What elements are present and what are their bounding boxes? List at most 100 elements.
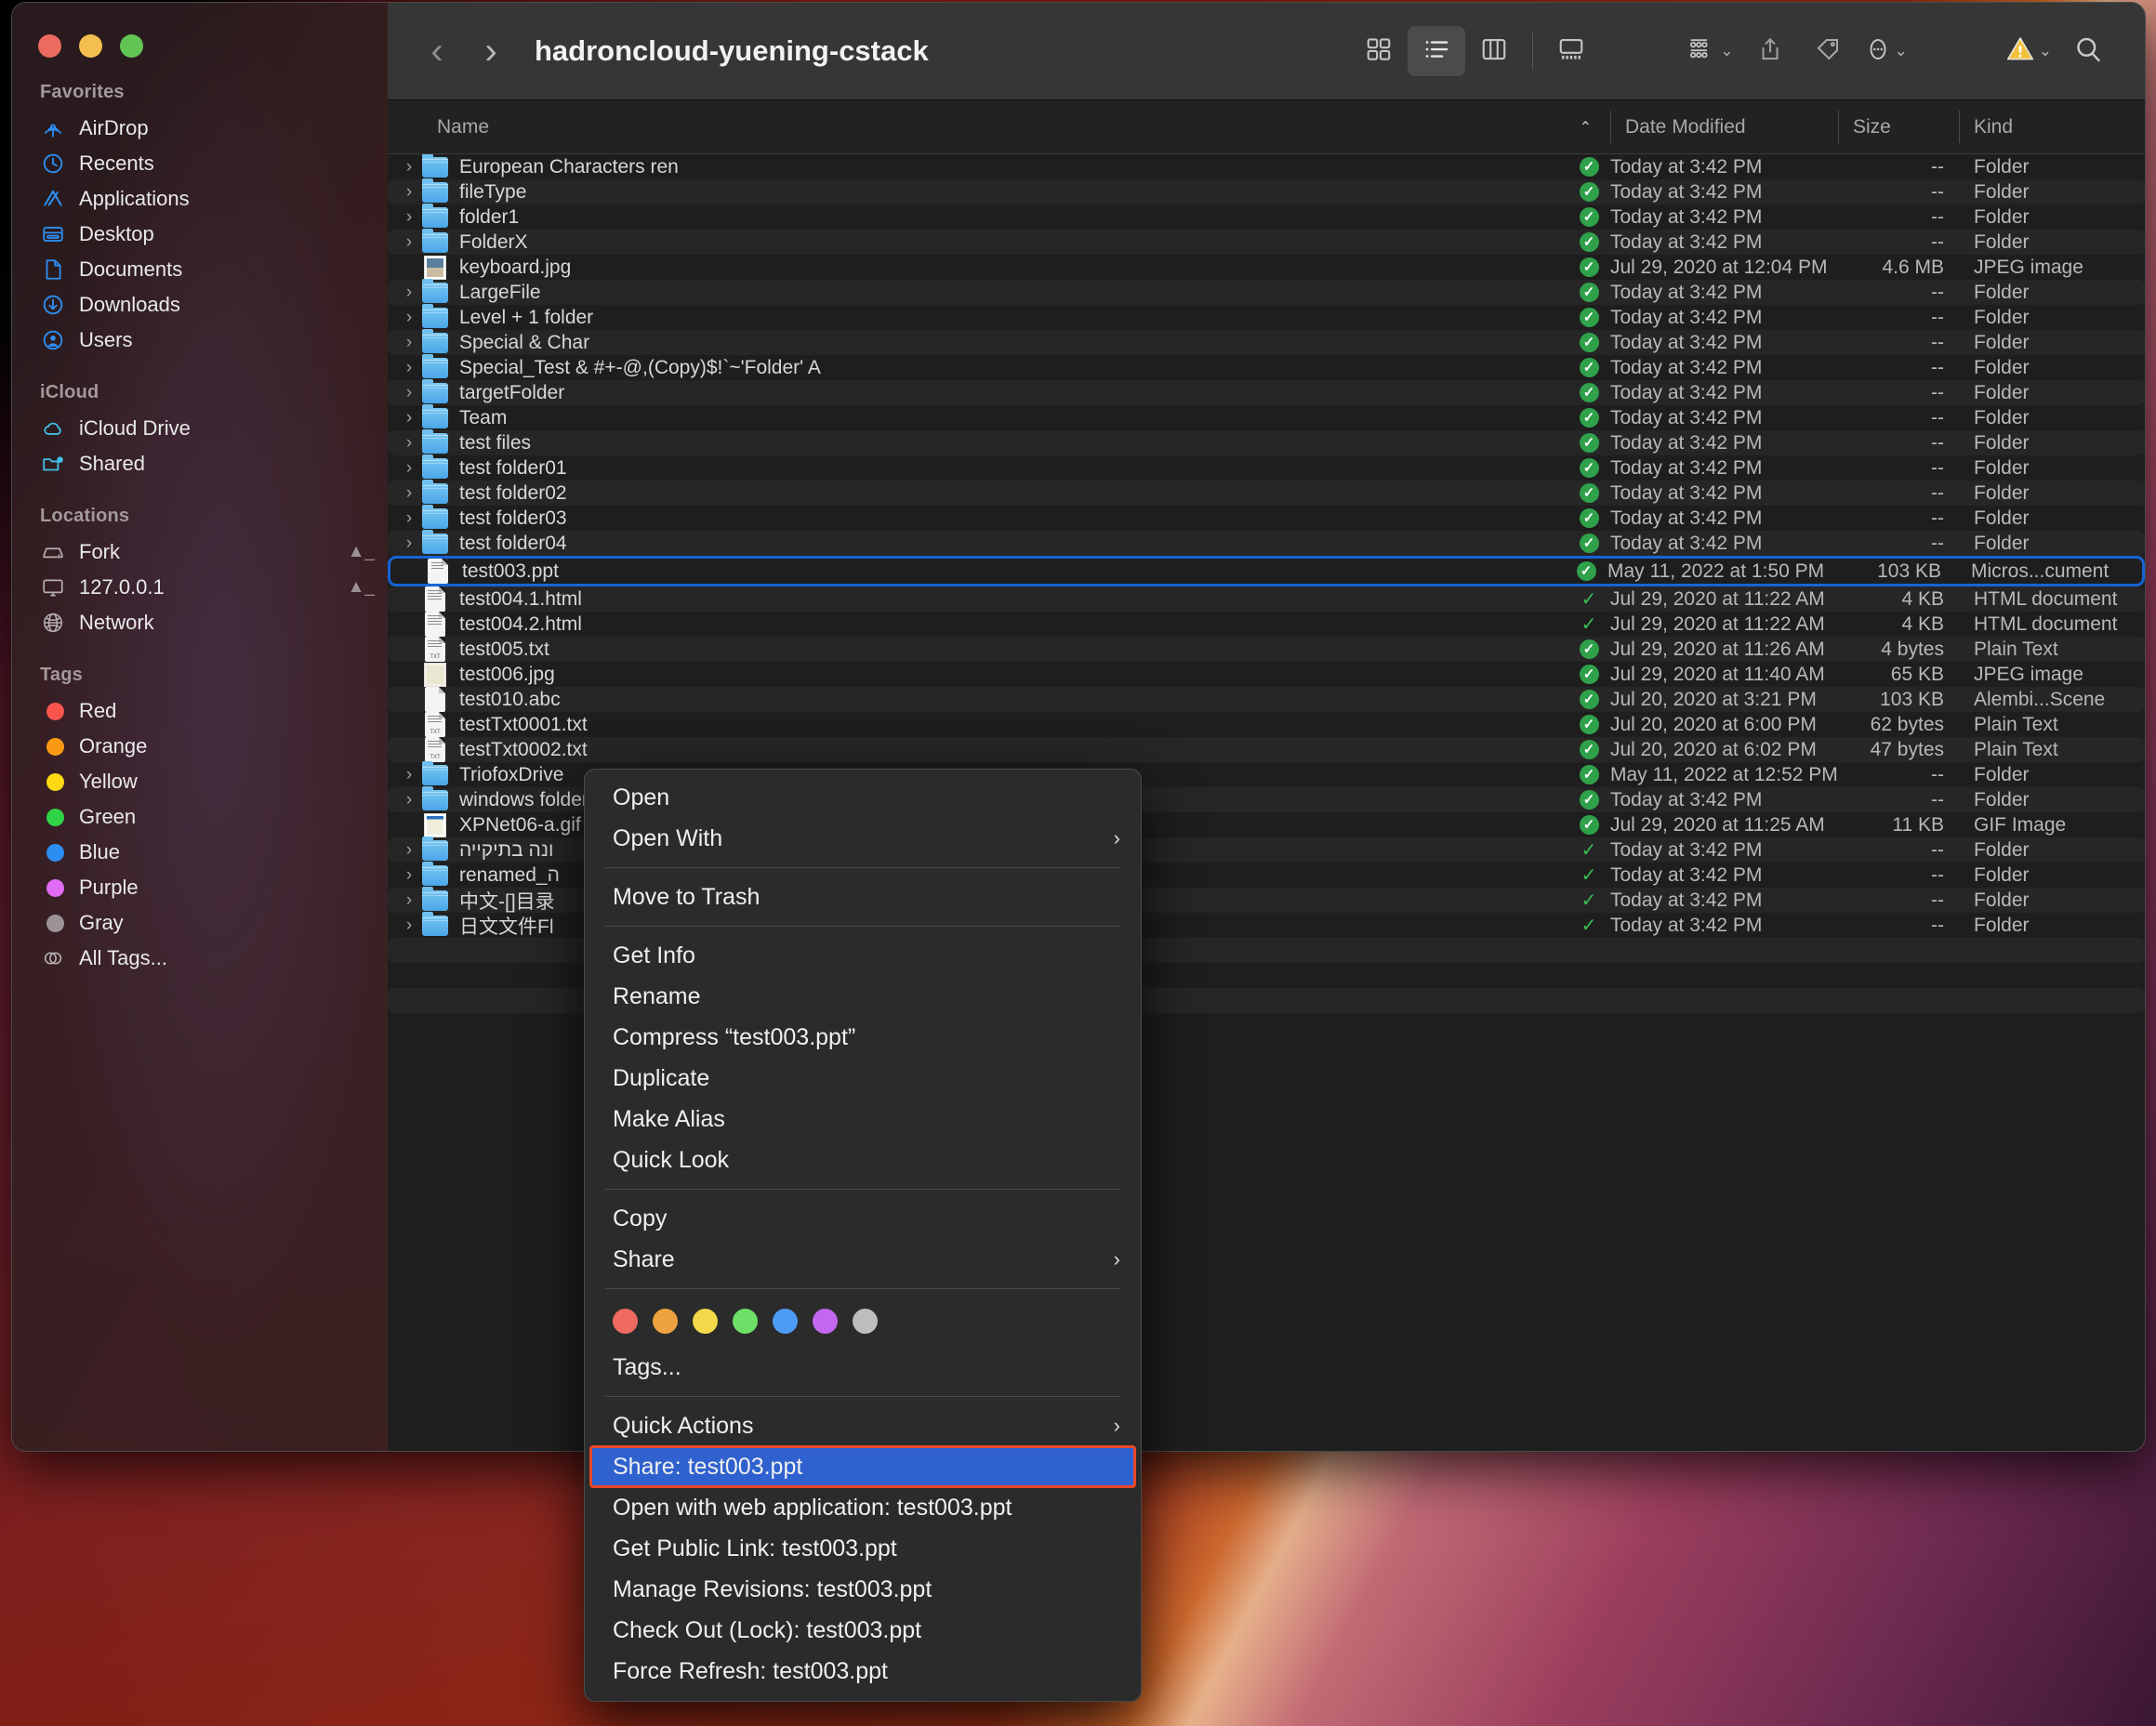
sidebar-item-applications[interactable]: Applications (12, 181, 388, 217)
table-row[interactable]: › test folder01 ✓ Today at 3:42 PM -- Fo… (388, 454, 2145, 481)
context-menu[interactable]: Open Open With › Move to Trash Get Info Renam… (584, 769, 1142, 1702)
menu-item-tags[interactable]: Tags... (585, 1347, 1141, 1388)
column-header-name[interactable]: Name ⌃ (388, 100, 1610, 153)
share-button[interactable] (1741, 26, 1799, 76)
table-row[interactable]: test003.ppt ✓ May 11, 2022 at 1:50 PM 10… (388, 556, 2145, 586)
table-row[interactable]: › Special_Test & #+-@,(Copy)$!`~'Folder'… (388, 353, 2145, 380)
chevron-right-icon[interactable]: › (397, 182, 421, 203)
file-name-cell[interactable]: test004.2.html (388, 612, 1567, 637)
table-row[interactable]: test006.jpg ✓ Jul 29, 2020 at 11:40 AM 6… (388, 662, 2145, 687)
chevron-right-icon[interactable]: › (397, 790, 421, 810)
table-row[interactable]: › Level + 1 folder ✓ Today at 3:42 PM --… (388, 303, 2145, 330)
tag-color-swatches[interactable] (585, 1298, 1141, 1347)
table-row[interactable]: keyboard.jpg ✓ Jul 29, 2020 at 12:04 PM … (388, 255, 2145, 280)
file-name-cell[interactable]: › European Characters ren (388, 154, 1567, 179)
chevron-right-icon[interactable]: › (397, 865, 421, 886)
chevron-right-icon[interactable]: › (397, 458, 421, 479)
icon-view-button[interactable] (1350, 26, 1408, 76)
window-controls[interactable] (12, 20, 388, 58)
table-row[interactable]: › test files ✓ Today at 3:42 PM -- Folde… (388, 428, 2145, 455)
sidebar-item-airdrop[interactable]: AirDrop (12, 111, 388, 146)
menu-item-open-with[interactable]: Open With › (585, 818, 1141, 859)
sidebar-item-127-0-0-1[interactable]: 127.0.0.1 ▲_ (12, 570, 388, 605)
tag-color-swatch[interactable] (693, 1309, 718, 1334)
minimize-button[interactable] (79, 34, 102, 58)
menu-item-get-info[interactable]: Get Info (585, 935, 1141, 976)
menu-item-quick-look[interactable]: Quick Look (585, 1140, 1141, 1180)
sidebar-item-red[interactable]: Red (12, 693, 388, 729)
tag-color-swatch[interactable] (653, 1309, 678, 1334)
menu-item-copy[interactable]: Copy (585, 1198, 1141, 1239)
column-header-date-modified[interactable]: Date Modified (1610, 100, 1838, 153)
table-row[interactable]: › test folder03 ✓ Today at 3:42 PM -- Fo… (388, 504, 2145, 531)
file-name-cell[interactable]: TXT test005.txt (388, 637, 1567, 662)
sidebar-item-blue[interactable]: Blue (12, 835, 388, 870)
column-view-button[interactable] (1465, 26, 1523, 76)
file-name-cell[interactable]: TXT testTxt0001.txt (388, 712, 1567, 737)
menu-item-move-to-trash[interactable]: Move to Trash (585, 876, 1141, 917)
tag-color-swatch[interactable] (813, 1309, 838, 1334)
menu-item-compress-test003-ppt[interactable]: Compress “test003.ppt” (585, 1017, 1141, 1058)
file-name-cell[interactable]: › targetFolder (388, 378, 1567, 405)
tag-button[interactable] (1799, 26, 1857, 76)
menu-item-quick-actions[interactable]: Quick Actions › (585, 1405, 1141, 1446)
file-name-cell[interactable]: › FolderX (388, 228, 1567, 255)
warning-status-button[interactable]: ⌄ (1997, 26, 2059, 76)
file-name-cell[interactable]: keyboard.jpg (388, 255, 1567, 280)
chevron-right-icon[interactable]: › (397, 358, 421, 378)
chevron-right-icon[interactable]: › (397, 232, 421, 253)
chevron-right-icon[interactable]: › (397, 308, 421, 328)
sidebar-item-recents[interactable]: Recents (12, 146, 388, 181)
sidebar-item-shared[interactable]: Shared (12, 446, 388, 481)
file-name-cell[interactable]: › test files (388, 428, 1567, 455)
column-header-size[interactable]: Size (1838, 100, 1959, 153)
tag-color-swatch[interactable] (613, 1309, 638, 1334)
chevron-right-icon[interactable]: › (397, 916, 421, 936)
chevron-right-icon[interactable]: › (397, 508, 421, 529)
list-view-button[interactable] (1408, 26, 1466, 76)
sidebar-item-yellow[interactable]: Yellow (12, 764, 388, 799)
chevron-right-icon[interactable]: › (397, 157, 421, 178)
chevron-right-icon[interactable]: › (397, 483, 421, 504)
file-name-cell[interactable]: test004.1.html (388, 586, 1567, 612)
sidebar-item-icloud-drive[interactable]: iCloud Drive (12, 411, 388, 446)
close-button[interactable] (38, 34, 61, 58)
table-row[interactable]: › FolderX ✓ Today at 3:42 PM -- Folder (388, 228, 2145, 255)
tag-color-swatch[interactable] (773, 1309, 798, 1334)
file-name-cell[interactable]: › test folder02 (388, 479, 1567, 506)
table-row[interactable]: test004.2.html ✓ Jul 29, 2020 at 11:22 A… (388, 612, 2145, 637)
chevron-right-icon[interactable]: › (397, 840, 421, 861)
menu-item-open[interactable]: Open (585, 777, 1141, 818)
maximize-button[interactable] (120, 34, 143, 58)
sidebar-item-users[interactable]: Users (12, 323, 388, 358)
group-by-button[interactable]: ⌄ (1680, 26, 1740, 76)
more-actions-button[interactable]: ⌄ (1857, 26, 1915, 76)
menu-item-get-public-link-test003-ppt[interactable]: Get Public Link: test003.ppt (585, 1528, 1141, 1569)
table-row[interactable]: › test folder04 ✓ Today at 3:42 PM -- Fo… (388, 529, 2145, 556)
menu-item-open-with-web-application-test003-ppt[interactable]: Open with web application: test003.ppt (585, 1487, 1141, 1528)
gallery-view-button[interactable] (1542, 26, 1600, 76)
tag-color-swatch[interactable] (733, 1309, 758, 1334)
chevron-right-icon[interactable]: › (397, 890, 421, 911)
table-row[interactable]: › Special & Char ✓ Today at 3:42 PM -- F… (388, 328, 2145, 355)
sidebar-item-purple[interactable]: Purple (12, 870, 388, 905)
menu-item-share[interactable]: Share › (585, 1239, 1141, 1280)
menu-item-share-test003-ppt[interactable]: Share: test003.ppt (589, 1445, 1136, 1488)
file-name-cell[interactable]: › Team (388, 403, 1567, 430)
table-row[interactable]: TXT testTxt0002.txt ✓ Jul 20, 2020 at 6:… (388, 737, 2145, 762)
table-row[interactable]: › LargeFile ✓ Today at 3:42 PM -- Folder (388, 278, 2145, 305)
file-name-cell[interactable]: › test folder03 (388, 504, 1567, 531)
chevron-right-icon[interactable]: › (397, 207, 421, 228)
file-name-cell[interactable]: test006.jpg (388, 662, 1567, 687)
menu-item-force-refresh-test003-ppt[interactable]: Force Refresh: test003.ppt (585, 1651, 1141, 1692)
sidebar-item-gray[interactable]: Gray (12, 905, 388, 941)
chevron-right-icon[interactable]: › (397, 408, 421, 428)
sidebar-item-green[interactable]: Green (12, 799, 388, 835)
column-header-kind[interactable]: Kind (1959, 100, 2145, 153)
chevron-right-icon[interactable]: › (397, 765, 421, 785)
tag-color-swatch[interactable] (853, 1309, 878, 1334)
sidebar-item-documents[interactable]: Documents (12, 252, 388, 287)
sidebar-item-all-tags[interactable]: All Tags... (12, 941, 388, 976)
sidebar-item-desktop[interactable]: Desktop (12, 217, 388, 252)
file-name-cell[interactable]: test003.ppt (390, 559, 1565, 584)
